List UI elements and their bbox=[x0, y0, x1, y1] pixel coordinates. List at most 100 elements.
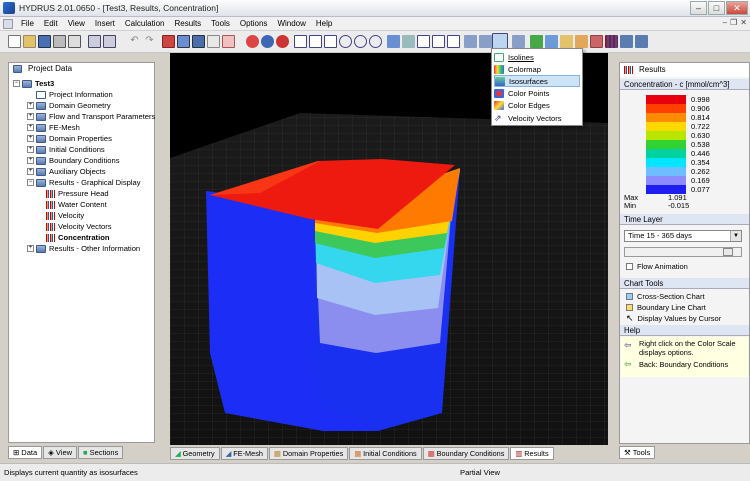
menu-view[interactable]: View bbox=[63, 19, 90, 28]
minimize-button[interactable]: – bbox=[690, 1, 707, 15]
zoom-in-icon[interactable] bbox=[339, 35, 352, 48]
tree-project-information[interactable]: Project Information bbox=[27, 89, 113, 100]
print-preview-icon[interactable] bbox=[68, 35, 81, 48]
tree-flow-transport-parameters[interactable]: + Flow and Transport Parameters bbox=[27, 111, 155, 122]
display-values-cursor-button[interactable]: ↖ Display Values by Cursor bbox=[626, 313, 721, 323]
zoom-all-icon[interactable] bbox=[324, 35, 337, 48]
slider-thumb[interactable] bbox=[723, 248, 733, 256]
tree-results-graphical[interactable]: − Results - Graphical Display bbox=[27, 177, 141, 188]
zoom-box-icon[interactable] bbox=[294, 35, 307, 48]
surface-icon[interactable] bbox=[464, 35, 477, 48]
project-manager-icon[interactable] bbox=[88, 35, 101, 48]
legend-swatch[interactable] bbox=[646, 104, 686, 113]
zoom-extent-icon[interactable] bbox=[369, 35, 382, 48]
stop-icon[interactable] bbox=[222, 35, 235, 48]
section-icon[interactable] bbox=[417, 35, 430, 48]
grid-icon[interactable] bbox=[207, 35, 220, 48]
geometry-view-icon[interactable] bbox=[530, 35, 543, 48]
tree-domain-geometry[interactable]: + Domain Geometry bbox=[27, 100, 111, 111]
time-layer-select[interactable]: Time 15 - 365 days ▼ bbox=[624, 230, 742, 242]
legend-swatch[interactable] bbox=[646, 149, 686, 158]
color-scale[interactable]: 0.998 0.906 0.814 0.722 0.630 0.538 0.446 0.354… bbox=[620, 91, 749, 211]
tab-tools[interactable]: ⚒ Tools bbox=[619, 446, 656, 459]
menu-item-colormap[interactable]: Colormap bbox=[494, 63, 580, 75]
tab-sections[interactable]: ■ Sections bbox=[78, 446, 124, 459]
tree-concentration[interactable]: Concentration bbox=[46, 232, 109, 243]
new-file-icon[interactable] bbox=[8, 35, 21, 48]
tab-data[interactable]: ⊞ Data bbox=[8, 446, 43, 459]
run-icon[interactable] bbox=[246, 35, 259, 48]
tab-boundary-conditions[interactable]: ▦ Boundary Conditions bbox=[422, 447, 510, 460]
tree-velocity-vectors[interactable]: Velocity Vectors bbox=[46, 221, 112, 232]
tree-velocity[interactable]: Velocity bbox=[46, 210, 84, 221]
toggle-panel-icon[interactable] bbox=[620, 35, 633, 48]
tree-fe-mesh[interactable]: + FE-Mesh bbox=[27, 122, 80, 133]
tree-initial-conditions[interactable]: + Initial Conditions bbox=[27, 144, 105, 155]
legend-swatch[interactable] bbox=[646, 113, 686, 122]
tree-water-content[interactable]: Water Content bbox=[46, 199, 107, 210]
tree-results-other[interactable]: + Results - Other Information bbox=[27, 243, 140, 254]
results-view-icon[interactable] bbox=[605, 35, 618, 48]
menu-item-isolines[interactable]: Isolines bbox=[494, 51, 580, 63]
tab-domain-properties[interactable]: ▦ Domain Properties bbox=[268, 447, 349, 460]
axis-icon[interactable] bbox=[447, 35, 460, 48]
legend-swatch[interactable] bbox=[646, 131, 686, 140]
back-boundary-link[interactable]: Back: Boundary Conditions bbox=[639, 360, 728, 369]
menu-item-velocity-vectors[interactable]: ⇗ Velocity Vectors bbox=[494, 112, 580, 124]
legend-swatch[interactable] bbox=[646, 158, 686, 167]
flow-animation-checkbox[interactable] bbox=[626, 263, 633, 270]
tree-boundary-conditions[interactable]: + Boundary Conditions bbox=[27, 155, 120, 166]
domain-view-icon[interactable] bbox=[560, 35, 573, 48]
layer-icon[interactable] bbox=[432, 35, 445, 48]
concentration-header[interactable]: Concentration - c [mmol/cm^3] bbox=[620, 79, 749, 90]
mesh-view-icon[interactable] bbox=[545, 35, 558, 48]
menu-insert[interactable]: Insert bbox=[90, 19, 120, 28]
time-layer-slider[interactable] bbox=[624, 247, 742, 257]
display-options-icon[interactable] bbox=[512, 35, 525, 48]
pointer-icon[interactable] bbox=[192, 35, 205, 48]
legend-swatch[interactable] bbox=[646, 140, 686, 149]
cross-section-chart-button[interactable]: Cross-Section Chart bbox=[626, 291, 705, 301]
mdi-close-button[interactable]: ✕ bbox=[740, 18, 747, 27]
redo-icon[interactable]: ↷ bbox=[143, 35, 156, 48]
menu-edit[interactable]: Edit bbox=[39, 19, 63, 28]
open-folder-icon[interactable] bbox=[23, 35, 36, 48]
tab-fe-mesh[interactable]: ◢ FE-Mesh bbox=[220, 447, 268, 460]
tree-root[interactable]: − Test3 bbox=[13, 78, 54, 89]
menu-file[interactable]: File bbox=[16, 19, 39, 28]
menu-item-color-edges[interactable]: Color Edges bbox=[494, 99, 580, 111]
tree-pressure-head[interactable]: Pressure Head bbox=[46, 188, 109, 199]
zoom-window-icon[interactable] bbox=[309, 35, 322, 48]
maximize-button[interactable]: □ bbox=[708, 1, 725, 15]
mesh-icon[interactable] bbox=[479, 35, 492, 48]
menu-window[interactable]: Window bbox=[272, 19, 310, 28]
tab-geometry[interactable]: ◢ Geometry bbox=[170, 447, 220, 460]
mdi-minimize-button[interactable]: – bbox=[723, 18, 727, 27]
legend-swatch[interactable] bbox=[646, 167, 686, 176]
initial-view-icon[interactable] bbox=[575, 35, 588, 48]
menu-results[interactable]: Results bbox=[169, 19, 206, 28]
view-icon[interactable] bbox=[103, 35, 116, 48]
save-icon[interactable] bbox=[38, 35, 51, 48]
toggle-panel2-icon[interactable] bbox=[635, 35, 648, 48]
menu-item-isosurfaces[interactable]: Isosurfaces bbox=[494, 75, 580, 87]
boundary-view-icon[interactable] bbox=[590, 35, 603, 48]
check-icon[interactable] bbox=[261, 35, 274, 48]
menu-tools[interactable]: Tools bbox=[206, 19, 235, 28]
document-icon[interactable] bbox=[3, 18, 13, 29]
tab-results[interactable]: ▥ Results bbox=[510, 447, 554, 460]
tree-domain-properties[interactable]: + Domain Properties bbox=[27, 133, 112, 144]
tab-initial-conditions[interactable]: ▦ Initial Conditions bbox=[349, 447, 422, 460]
undo-icon[interactable]: ↶ bbox=[128, 35, 141, 48]
boundary-line-chart-button[interactable]: Boundary Line Chart bbox=[626, 302, 706, 312]
menu-item-color-points[interactable]: Color Points bbox=[494, 87, 580, 99]
close-button[interactable]: ✕ bbox=[726, 1, 748, 15]
edit-icon[interactable] bbox=[177, 35, 190, 48]
menu-calculation[interactable]: Calculation bbox=[120, 19, 170, 28]
legend-swatch[interactable] bbox=[646, 95, 686, 104]
rotate-icon[interactable] bbox=[387, 35, 400, 48]
legend-swatch[interactable] bbox=[646, 122, 686, 131]
tree-auxiliary-objects[interactable]: + Auxiliary Objects bbox=[27, 166, 106, 177]
print-icon[interactable] bbox=[53, 35, 66, 48]
zoom-out-icon[interactable] bbox=[354, 35, 367, 48]
